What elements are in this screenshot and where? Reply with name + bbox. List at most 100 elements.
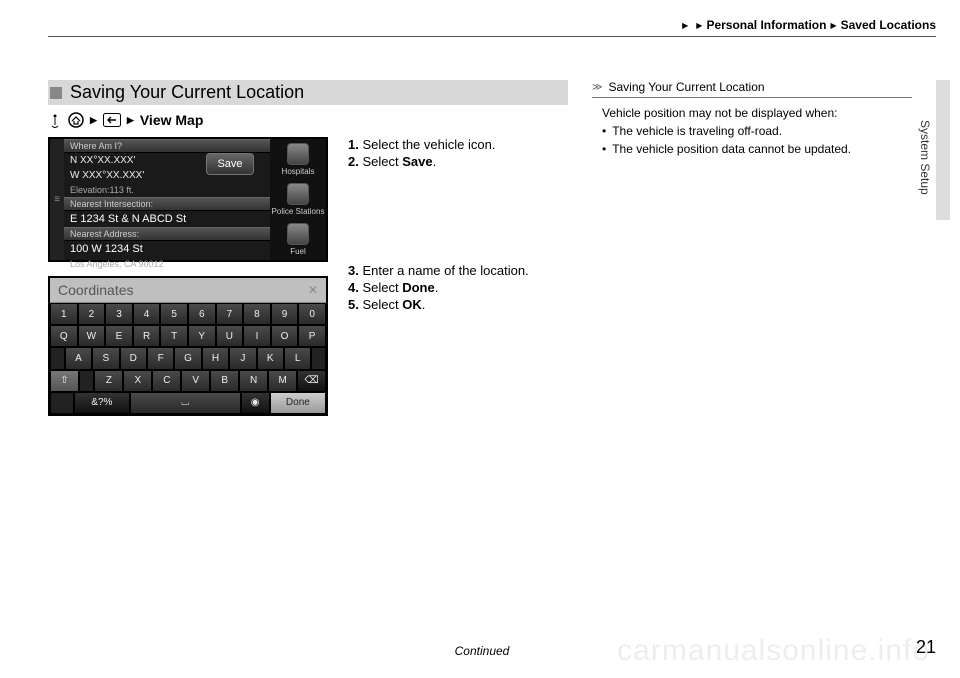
nav-path: ▶ ▶ View Map xyxy=(48,111,568,129)
key-s[interactable]: S xyxy=(92,347,119,369)
key-r[interactable]: R xyxy=(133,325,161,347)
key-7[interactable]: 7 xyxy=(216,303,244,325)
on-screen-keyboard: 1 2 3 4 5 6 7 8 9 0 Q xyxy=(50,303,326,414)
text-input[interactable]: Coordinates ✕ xyxy=(50,278,326,303)
breadcrumb-arrow-icon: ▶ xyxy=(830,21,836,30)
shift-key[interactable]: ⇧ xyxy=(50,370,79,392)
kb-row-5: &?% ⌴ ◉ Done xyxy=(50,392,326,414)
key-1[interactable]: 1 xyxy=(50,303,78,325)
step-block-1: ≡ Where Am I? N XX°XX.XXX' W XXX°XX.XXX'… xyxy=(48,137,568,262)
menu-strip-icon: ≡ xyxy=(50,139,64,260)
step-text: Enter a name of the location. xyxy=(362,263,528,278)
step-text: Select xyxy=(362,280,402,295)
key-v[interactable]: V xyxy=(181,370,210,392)
key-y[interactable]: Y xyxy=(188,325,216,347)
input-label: Coordinates xyxy=(58,282,134,298)
hospitals-button[interactable]: Hospitals xyxy=(282,143,315,176)
key-c[interactable]: C xyxy=(152,370,181,392)
kb-row-4: ⇧ Z X C V B N M ⌫ xyxy=(50,370,326,392)
header-breadcrumb-2: Saved Locations xyxy=(841,18,936,32)
page-header: ▶ ▶ Personal Information ▶ Saved Locatio… xyxy=(48,18,936,37)
ss1-intersection: E 1234 St & N ABCD St xyxy=(64,211,270,227)
key-4[interactable]: 4 xyxy=(133,303,161,325)
key-t[interactable]: T xyxy=(160,325,188,347)
nav-knob-icon xyxy=(48,111,62,129)
breadcrumb-arrow-icon: ▶ xyxy=(127,115,134,126)
key-3[interactable]: 3 xyxy=(105,303,133,325)
key-m[interactable]: M xyxy=(268,370,297,392)
nav-path-end: View Map xyxy=(140,112,204,128)
note-bullet-1: •The vehicle is traveling off-road. xyxy=(602,122,912,140)
main-content: Saving Your Current Location ▶ ▶ View Ma… xyxy=(48,80,568,416)
police-button[interactable]: Police Stations xyxy=(272,183,325,216)
step-1: 1. Select the vehicle icon. xyxy=(348,137,568,152)
step-bold: OK xyxy=(402,297,422,312)
key-w[interactable]: W xyxy=(78,325,106,347)
step-text-post: . xyxy=(435,280,439,295)
key-p[interactable]: P xyxy=(298,325,326,347)
symbols-key[interactable]: &?% xyxy=(74,392,130,414)
key-5[interactable]: 5 xyxy=(160,303,188,325)
key-0[interactable]: 0 xyxy=(298,303,326,325)
ss1-side-label-2: Fuel xyxy=(290,247,306,256)
key-e[interactable]: E xyxy=(105,325,133,347)
fuel-icon xyxy=(287,223,309,245)
ss1-label-address: Nearest Address: xyxy=(64,227,270,241)
key-j[interactable]: J xyxy=(229,347,256,369)
bullet-icon: • xyxy=(602,122,606,140)
kb-spacer xyxy=(79,370,94,392)
section-title: Saving Your Current Location xyxy=(48,80,568,105)
key-6[interactable]: 6 xyxy=(188,303,216,325)
ss1-side-label-1: Police Stations xyxy=(272,207,325,216)
step-num: 1. xyxy=(348,137,359,152)
key-a[interactable]: A xyxy=(65,347,92,369)
step-5: 5. Select OK. xyxy=(348,297,568,312)
kb-spacer xyxy=(50,392,74,414)
step-bold: Save xyxy=(402,154,432,169)
page: ▶ ▶ Personal Information ▶ Saved Locatio… xyxy=(0,0,960,678)
section-bullet-icon xyxy=(50,87,62,99)
backspace-key[interactable]: ⌫ xyxy=(297,370,326,392)
save-button[interactable]: Save xyxy=(206,153,254,175)
breadcrumb-arrow-icon: ▶ xyxy=(90,115,97,126)
ss1-side-label-0: Hospitals xyxy=(282,167,315,176)
steps-b: 3. Enter a name of the location. 4. Sele… xyxy=(348,262,568,314)
ss1-address-1: 100 W 1234 St xyxy=(64,241,270,257)
key-f[interactable]: F xyxy=(147,347,174,369)
key-l[interactable]: L xyxy=(284,347,311,369)
ss1-title: Where Am I? xyxy=(64,139,270,153)
key-q[interactable]: Q xyxy=(50,325,78,347)
step-bold: Done xyxy=(402,280,435,295)
key-n[interactable]: N xyxy=(239,370,268,392)
key-8[interactable]: 8 xyxy=(243,303,271,325)
home-icon xyxy=(68,112,84,128)
hospital-icon xyxy=(287,143,309,165)
key-b[interactable]: B xyxy=(210,370,239,392)
step-text: Select the vehicle icon. xyxy=(362,137,495,152)
kb-spacer xyxy=(311,347,326,369)
key-x[interactable]: X xyxy=(123,370,152,392)
key-z[interactable]: Z xyxy=(94,370,123,392)
key-d[interactable]: D xyxy=(120,347,147,369)
step-text: Select xyxy=(362,297,402,312)
key-g[interactable]: G xyxy=(174,347,201,369)
step-4: 4. Select Done. xyxy=(348,280,568,295)
section-title-text: Saving Your Current Location xyxy=(70,82,304,103)
device-screenshot-1: ≡ Where Am I? N XX°XX.XXX' W XXX°XX.XXX'… xyxy=(48,137,328,262)
close-icon[interactable]: ✕ xyxy=(308,283,318,297)
fuel-button[interactable]: Fuel xyxy=(287,223,309,256)
space-key[interactable]: ⌴ xyxy=(130,392,241,414)
step-text: Select xyxy=(362,154,402,169)
done-key[interactable]: Done xyxy=(270,392,326,414)
key-h[interactable]: H xyxy=(202,347,229,369)
ss1-label-intersection: Nearest Intersection: xyxy=(64,197,270,211)
ss1-side-panel: Hospitals Police Stations Fuel xyxy=(270,139,326,260)
key-u[interactable]: U xyxy=(216,325,244,347)
key-2[interactable]: 2 xyxy=(78,303,106,325)
key-i[interactable]: I xyxy=(243,325,271,347)
key-o[interactable]: O xyxy=(271,325,299,347)
mic-key[interactable]: ◉ xyxy=(241,392,270,414)
key-k[interactable]: K xyxy=(257,347,284,369)
key-9[interactable]: 9 xyxy=(271,303,299,325)
step-text-post: . xyxy=(422,297,426,312)
